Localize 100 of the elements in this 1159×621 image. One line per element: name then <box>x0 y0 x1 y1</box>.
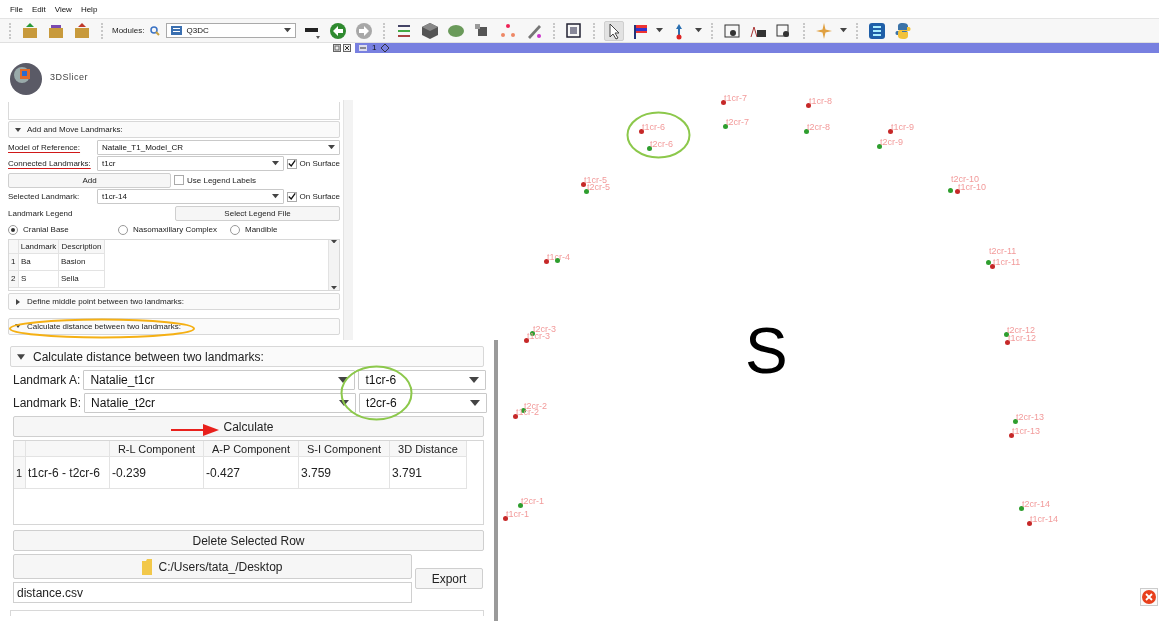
dropdown-caret-icon <box>271 161 279 166</box>
select-file-button[interactable]: Select Legend File <box>175 205 340 221</box>
view-label: 1 <box>372 43 377 53</box>
table-cell: t1cr-6 - t2cr-6 <box>26 457 110 489</box>
landmark-label: t2cr-14 <box>1022 500 1050 509</box>
dropdown-caret-icon <box>271 194 279 199</box>
row-number: 2 <box>9 270 19 288</box>
landmark-label: t2cr-1 <box>521 497 544 506</box>
connected-dropdown[interactable]: t1cr <box>97 156 284 171</box>
legend-label: Landmark Legend <box>8 208 74 218</box>
section-header[interactable]: Define middle point between two landmarks: <box>8 293 340 310</box>
model-dropdown[interactable]: Natalie_T1_Model_CR <box>97 139 340 155</box>
checkbox[interactable] <box>286 191 297 202</box>
checkbox[interactable] <box>174 175 184 185</box>
connected-label: Connected Landmarks: <box>8 159 91 168</box>
dropdown-caret-icon <box>695 28 703 33</box>
search-icon[interactable] <box>150 25 161 36</box>
dropdown-caret-icon <box>470 400 481 406</box>
extension-icon[interactable] <box>867 20 888 41</box>
dropdown-caret-icon <box>328 144 335 150</box>
data-load-icon[interactable] <box>20 20 40 41</box>
close-view-icon[interactable] <box>343 44 351 52</box>
radio-label: Cranial Base <box>23 225 69 234</box>
diamond-icon[interactable] <box>381 44 390 52</box>
dropdown-caret-icon <box>656 28 664 33</box>
table-cell: -0.239 <box>110 457 204 489</box>
pointer-icon[interactable] <box>604 20 625 41</box>
dropdown-caret-icon <box>338 377 349 383</box>
landmark-label: t1cr-3 <box>527 332 550 341</box>
row-number: 1 <box>14 457 26 489</box>
table-cell: 3.759 <box>299 457 390 489</box>
highlight-ellipse <box>626 111 691 159</box>
radio-button[interactable] <box>8 224 18 235</box>
module-selector[interactable]: Q3DC <box>166 23 297 38</box>
landmark-label: t1cr-13 <box>1012 427 1040 436</box>
landmark-label: t1cr-11 <box>993 258 1021 267</box>
dropdown-caret-icon <box>284 28 292 33</box>
checkbox[interactable] <box>286 158 297 169</box>
dropdown-caret-icon <box>840 28 848 33</box>
landmark-label: t1cr-2 <box>516 408 539 417</box>
dropdown-caret-icon <box>331 239 337 244</box>
add-button[interactable]: Add <box>8 172 171 188</box>
radio-label: Nasomaxillary Complex <box>133 225 218 234</box>
menu-item[interactable]: View <box>54 4 72 14</box>
dropdown-caret-icon <box>339 400 350 406</box>
landmark-label: t2cr-11 <box>989 247 1017 256</box>
orientation-label: S <box>745 314 788 388</box>
logo-text: 3DSlicer <box>50 71 88 82</box>
column-header: R-L Component <box>110 441 204 457</box>
section-header[interactable]: Calculate distance between two landmarks: <box>10 346 484 367</box>
column-header: Landmark <box>19 239 59 254</box>
row-number: 1 <box>9 253 19 271</box>
column-header: 3D Distance <box>390 441 467 457</box>
scrollbar[interactable] <box>343 100 353 340</box>
folder-button[interactable]: C:/Users/tata_/Desktop <box>13 554 412 579</box>
dropdown-caret-icon <box>331 285 337 290</box>
landmark-label: t1cr-7 <box>724 94 747 103</box>
export-button[interactable]: Export <box>415 568 483 589</box>
radio-label: Mandible <box>245 225 278 234</box>
save-icon[interactable] <box>72 20 92 41</box>
checkbox-label: On Surface <box>299 159 340 168</box>
section-header[interactable]: Add and Move Landmarks: <box>8 121 340 138</box>
module-icon <box>171 26 183 35</box>
landmark-list-dropdown[interactable]: Natalie_t2cr <box>84 393 357 413</box>
selected-dropdown[interactable]: t1cr-14 <box>97 189 284 204</box>
landmark-label: t2cr-9 <box>880 138 903 147</box>
landmark-label: t1cr-6 <box>642 123 665 132</box>
landmark-label: t1cr-10 <box>958 183 986 192</box>
table-cell: 3.791 <box>390 457 467 489</box>
restore-icon[interactable] <box>333 44 341 52</box>
calculate-button[interactable]: Calculate <box>13 416 484 437</box>
menu-item[interactable]: Help <box>80 4 98 14</box>
selected-label: Selected Landmark: <box>8 192 81 201</box>
landmark-label: t2cr-6 <box>650 140 673 149</box>
dropdown-caret-icon <box>469 377 480 383</box>
radio-button[interactable] <box>118 224 128 235</box>
folder-icon <box>142 558 153 575</box>
checkbox-label: Use Legend Labels <box>187 175 256 185</box>
close-button[interactable] <box>1140 588 1158 606</box>
pointer-arrow <box>171 424 219 436</box>
landmark-label: t1cr-8 <box>809 97 832 106</box>
cube-icon[interactable] <box>420 20 441 41</box>
delete-row-button[interactable]: Delete Selected Row <box>13 530 484 551</box>
menu-item[interactable]: Edit <box>31 4 46 14</box>
radio-button[interactable] <box>230 224 240 235</box>
column-header: Description <box>59 239 105 254</box>
model-label: Model of Reference: <box>8 142 81 152</box>
landmark-label: t1cr-12 <box>1008 334 1036 343</box>
landmark-label: t2cr-8 <box>807 123 830 132</box>
landmark-label: t2cr-13 <box>1016 413 1044 422</box>
scrollbar[interactable] <box>328 239 339 290</box>
menu-item[interactable]: File <box>10 4 23 14</box>
column-header: A-P Component <box>204 441 299 457</box>
landmark-dropdown[interactable]: t2cr-6 <box>359 393 488 413</box>
section-header[interactable]: Calculate distance between two landmarks: <box>8 317 340 335</box>
pin-icon[interactable] <box>359 45 367 51</box>
file-name-field[interactable]: distance.csv <box>13 582 412 603</box>
landmark-list-dropdown[interactable]: Natalie_t1cr <box>83 370 356 390</box>
landmark-dropdown[interactable]: t1cr-6 <box>358 370 487 390</box>
landmark-label: t2cr-5 <box>587 183 610 192</box>
